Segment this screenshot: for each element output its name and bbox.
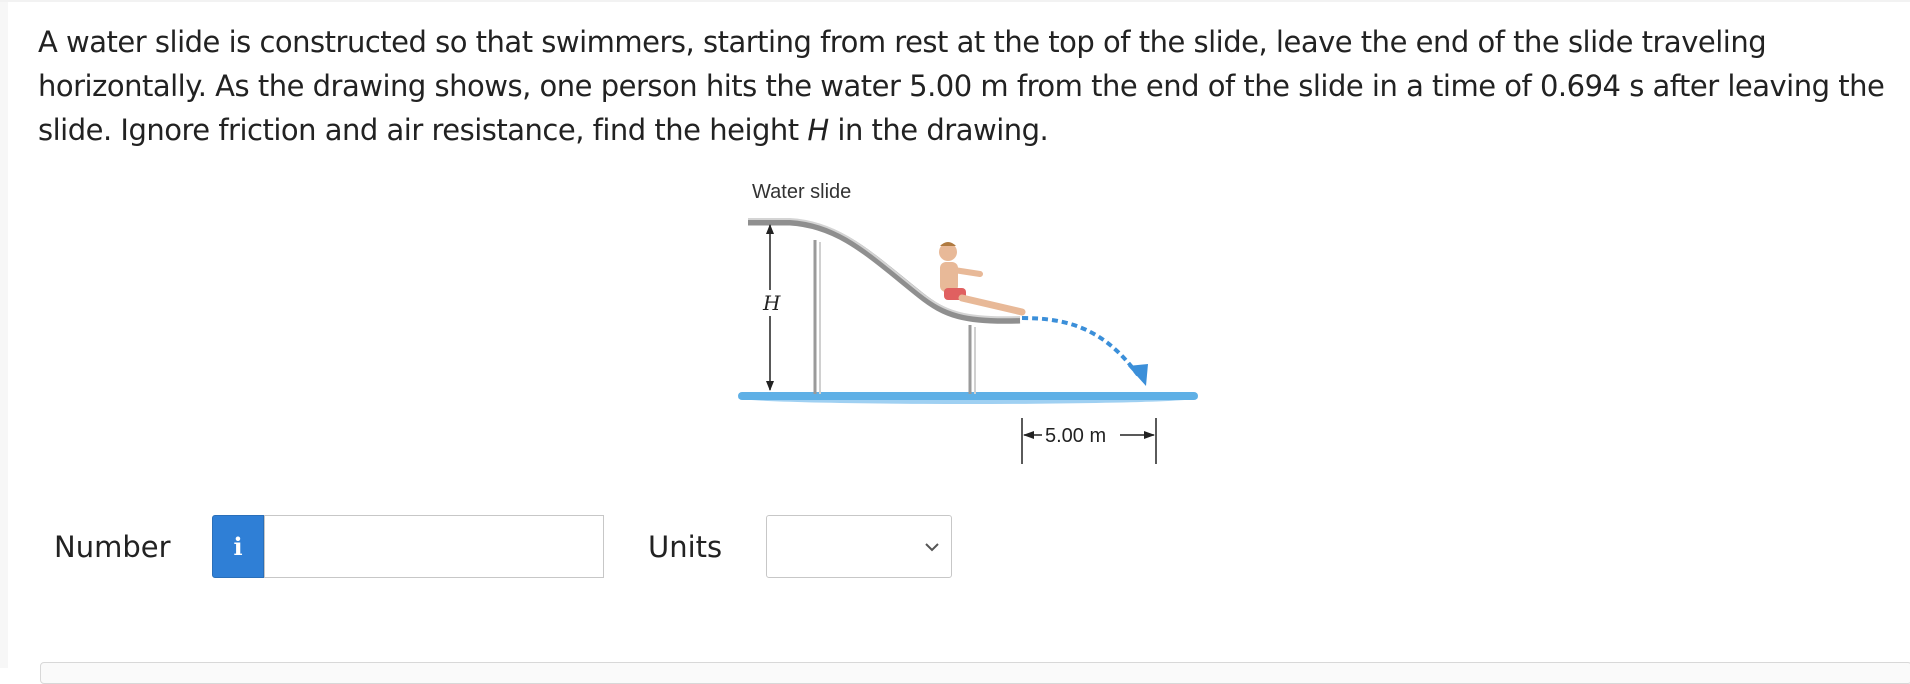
water-slide-figure: Water slide H 5.00 m bbox=[730, 170, 1210, 470]
bottom-panel bbox=[40, 662, 1910, 684]
units-select[interactable] bbox=[766, 515, 952, 578]
figure-title: Water slide bbox=[752, 181, 851, 203]
height-label: H bbox=[762, 291, 781, 315]
height-arrow-bottom bbox=[766, 381, 774, 391]
distance-arrow-right bbox=[1144, 431, 1155, 439]
units-label: Units bbox=[648, 530, 723, 564]
trajectory-path bbox=[1021, 316, 1140, 377]
question-text: A water slide is constructed so that swi… bbox=[38, 20, 1898, 152]
trajectory-arrowhead bbox=[1128, 364, 1148, 386]
swimmer-figure bbox=[939, 242, 1026, 316]
question-text-part-2: in the drawing. bbox=[828, 113, 1049, 147]
water-slide-drawing: Water slide H 5.00 m bbox=[738, 181, 1198, 464]
number-label: Number bbox=[54, 530, 171, 564]
distance-label: 5.00 m bbox=[1045, 425, 1106, 447]
number-input[interactable] bbox=[264, 515, 604, 578]
distance-arrow-left bbox=[1023, 431, 1034, 439]
chevron-down-icon bbox=[925, 543, 939, 552]
info-icon[interactable]: i bbox=[212, 515, 264, 578]
page-frame-top bbox=[0, 0, 1910, 2]
question-variable: H bbox=[807, 113, 829, 147]
answer-row: Number i Units bbox=[0, 512, 1910, 582]
water-line bbox=[738, 392, 1198, 400]
